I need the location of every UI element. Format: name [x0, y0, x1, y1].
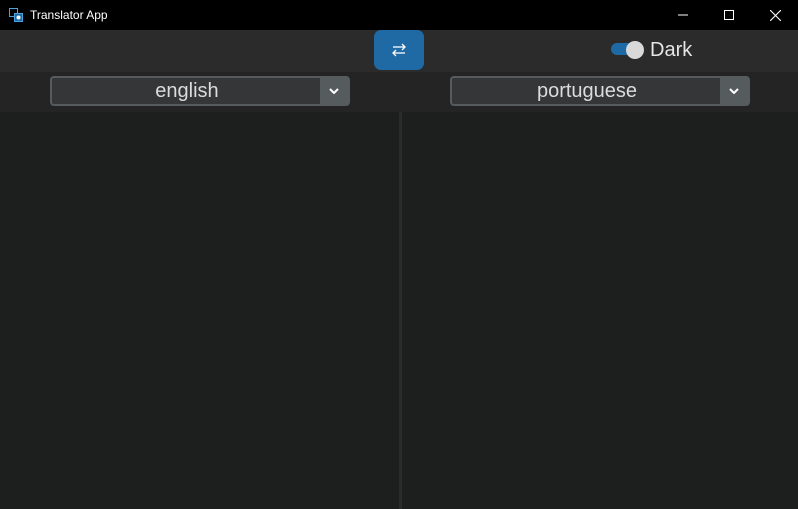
target-language-value: portuguese [536, 80, 638, 102]
maximize-button[interactable] [706, 0, 752, 30]
switch-knob [626, 41, 644, 59]
source-dropdown-button[interactable] [320, 78, 348, 104]
app-icon [9, 8, 23, 22]
swap-arrows-icon [392, 43, 406, 57]
translator-window: Translator App Dark english portuguese [0, 0, 798, 509]
source-language-select[interactable]: english [50, 76, 350, 106]
theme-toggle-switch[interactable] [611, 41, 644, 59]
chevron-down-icon [729, 88, 739, 94]
minimize-button[interactable] [660, 0, 706, 30]
maximize-icon [724, 10, 734, 20]
target-text-output[interactable] [402, 112, 798, 509]
minimize-icon [678, 14, 688, 16]
target-language-select[interactable]: portuguese [450, 76, 750, 106]
swap-languages-button[interactable] [374, 30, 424, 70]
source-language-value: english [155, 80, 219, 102]
title-bar: Translator App [0, 0, 798, 30]
close-icon [769, 9, 781, 21]
source-text-panel [0, 112, 399, 509]
target-text-panel [402, 112, 798, 509]
source-text-input[interactable] [0, 112, 399, 509]
theme-toggle-label: Dark [650, 39, 693, 61]
target-dropdown-button[interactable] [720, 78, 748, 104]
close-button[interactable] [752, 0, 798, 30]
window-title: Translator App [30, 8, 108, 22]
chevron-down-icon [329, 88, 339, 94]
